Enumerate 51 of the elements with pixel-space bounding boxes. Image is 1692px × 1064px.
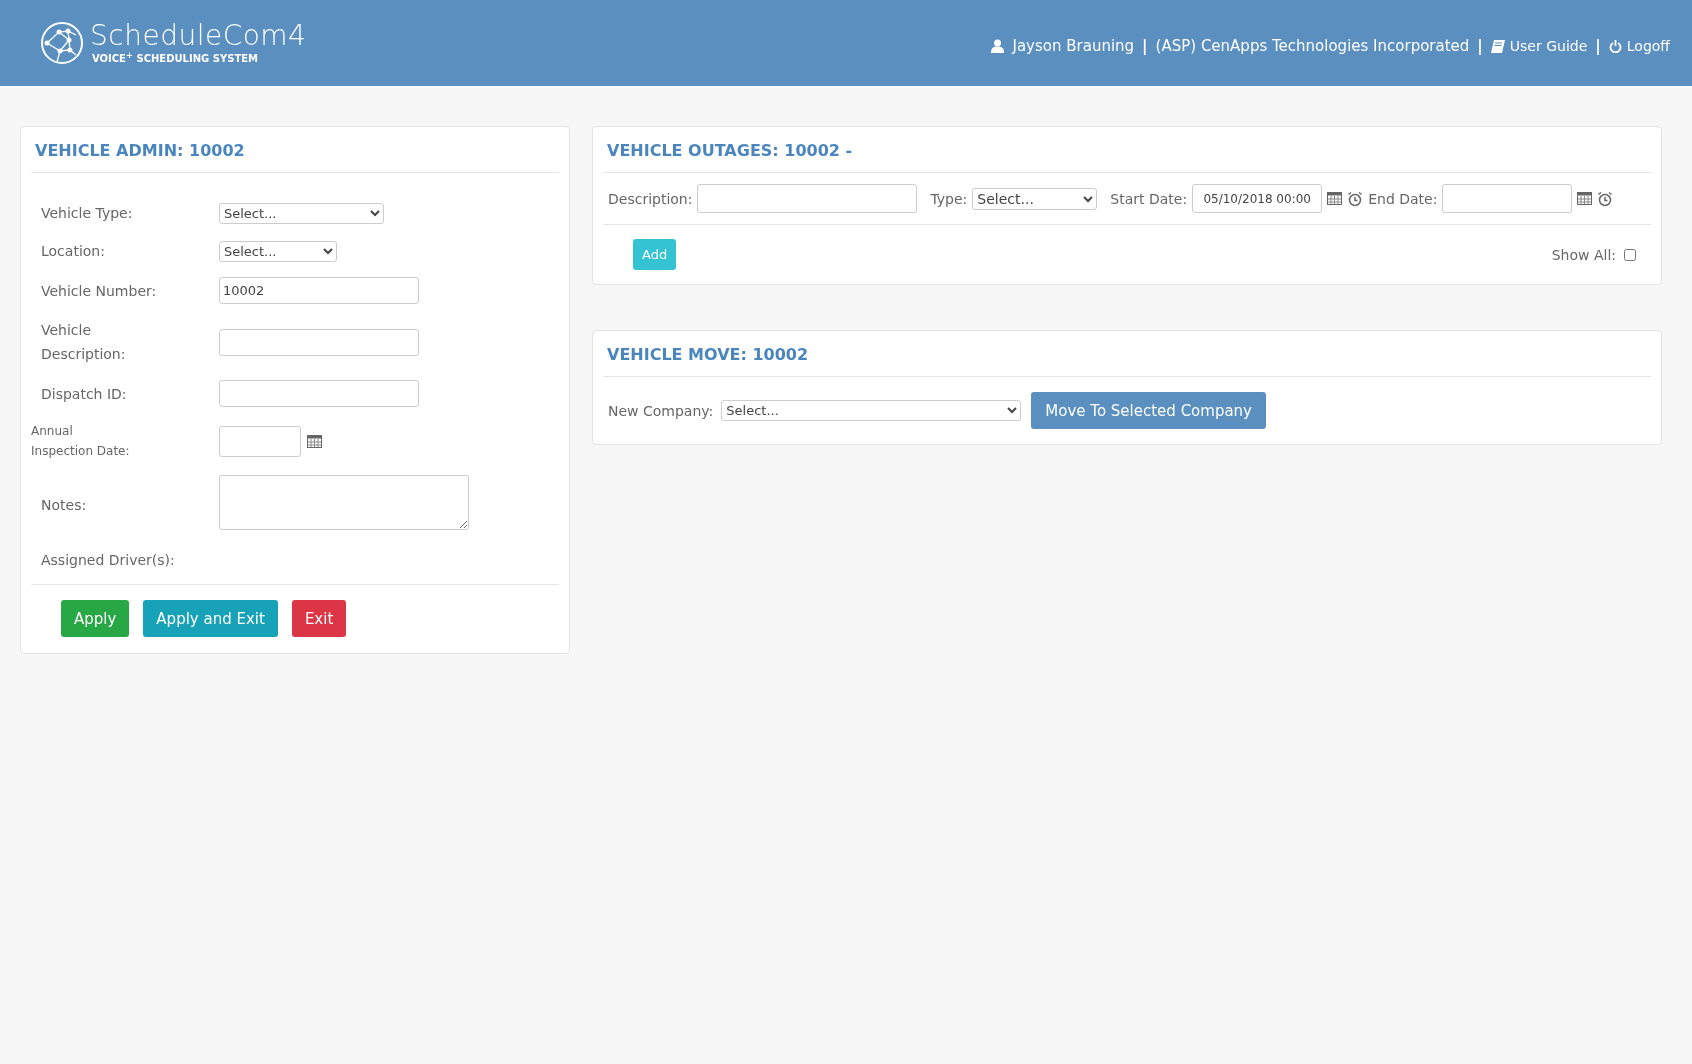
date-input[interactable] [219, 425, 301, 457]
power-icon [1608, 39, 1622, 53]
field-label: Annual Inspection Date: [31, 423, 131, 460]
field-label: Vehicle Number: [40, 281, 158, 301]
logoff-link[interactable]: Logoff [1608, 38, 1670, 54]
exit-button[interactable]: Exit [291, 600, 347, 637]
user-name: Jayson Brauning [1012, 37, 1135, 55]
card-title: VEHICLE MOVE: 10002 [603, 331, 1651, 377]
field-label: Vehicle Type: [40, 204, 134, 223]
company-name: (ASP) CenApps Technologies Incorporated [1155, 37, 1470, 55]
user-guide-link[interactable]: User Guide [1490, 38, 1588, 54]
select-dropdown[interactable]: Select... [219, 202, 384, 224]
field-label: Notes: [40, 495, 88, 515]
apply-button[interactable]: Apply and Exit [143, 600, 278, 637]
text-input[interactable] [219, 380, 419, 407]
field-label: Location: [40, 242, 106, 261]
type-select[interactable]: Select... [972, 187, 1098, 210]
separator: | [1477, 37, 1483, 55]
apply-button[interactable]: Apply [61, 600, 130, 637]
end-date-input[interactable] [1442, 184, 1573, 213]
calendar-icon[interactable] [307, 434, 322, 448]
card-title: VEHICLE OUTAGES: 10002 - [603, 127, 1651, 173]
separator: | [1142, 37, 1148, 55]
company-select[interactable]: Select... [721, 400, 1022, 421]
field-label: End Date: [1368, 190, 1438, 207]
description-input[interactable] [697, 184, 918, 213]
field-label: Vehicle Description: [40, 321, 127, 364]
alarm-clock-icon[interactable] [1597, 190, 1614, 207]
field-label: Show All: [1551, 246, 1616, 263]
field-label: Start Date: [1110, 190, 1188, 207]
field-label: Dispatch ID: [40, 384, 128, 404]
brand-tagline: VOICE$^{+}$ SCHEDULING SYSTEM [92, 49, 259, 65]
text-input[interactable]: 10002 [219, 277, 419, 304]
card-title: VEHICLE ADMIN: 10002 [31, 127, 559, 173]
field-label: Assigned Driver(s): [40, 551, 176, 570]
user-icon [991, 39, 1005, 53]
brand-name: ScheduleCom4 [90, 18, 307, 52]
separator: | [1595, 37, 1601, 55]
text-input[interactable] [219, 328, 419, 356]
start-date-input[interactable]: 05/10/2018 00:00 [1192, 184, 1323, 213]
network-globe-icon [40, 21, 84, 65]
move-button[interactable]: Move To Selected Company [1031, 392, 1266, 429]
calendar-icon[interactable] [1577, 192, 1593, 205]
field-label: Type: [930, 190, 968, 207]
show-all-checkbox[interactable] [1624, 248, 1636, 261]
select-dropdown[interactable]: Select... [219, 240, 337, 262]
alarm-clock-icon[interactable] [1347, 190, 1364, 207]
book-icon [1490, 39, 1505, 53]
field-label: New Company: [608, 402, 714, 419]
field-label: Description: [608, 190, 693, 207]
calendar-icon[interactable] [1327, 192, 1343, 205]
